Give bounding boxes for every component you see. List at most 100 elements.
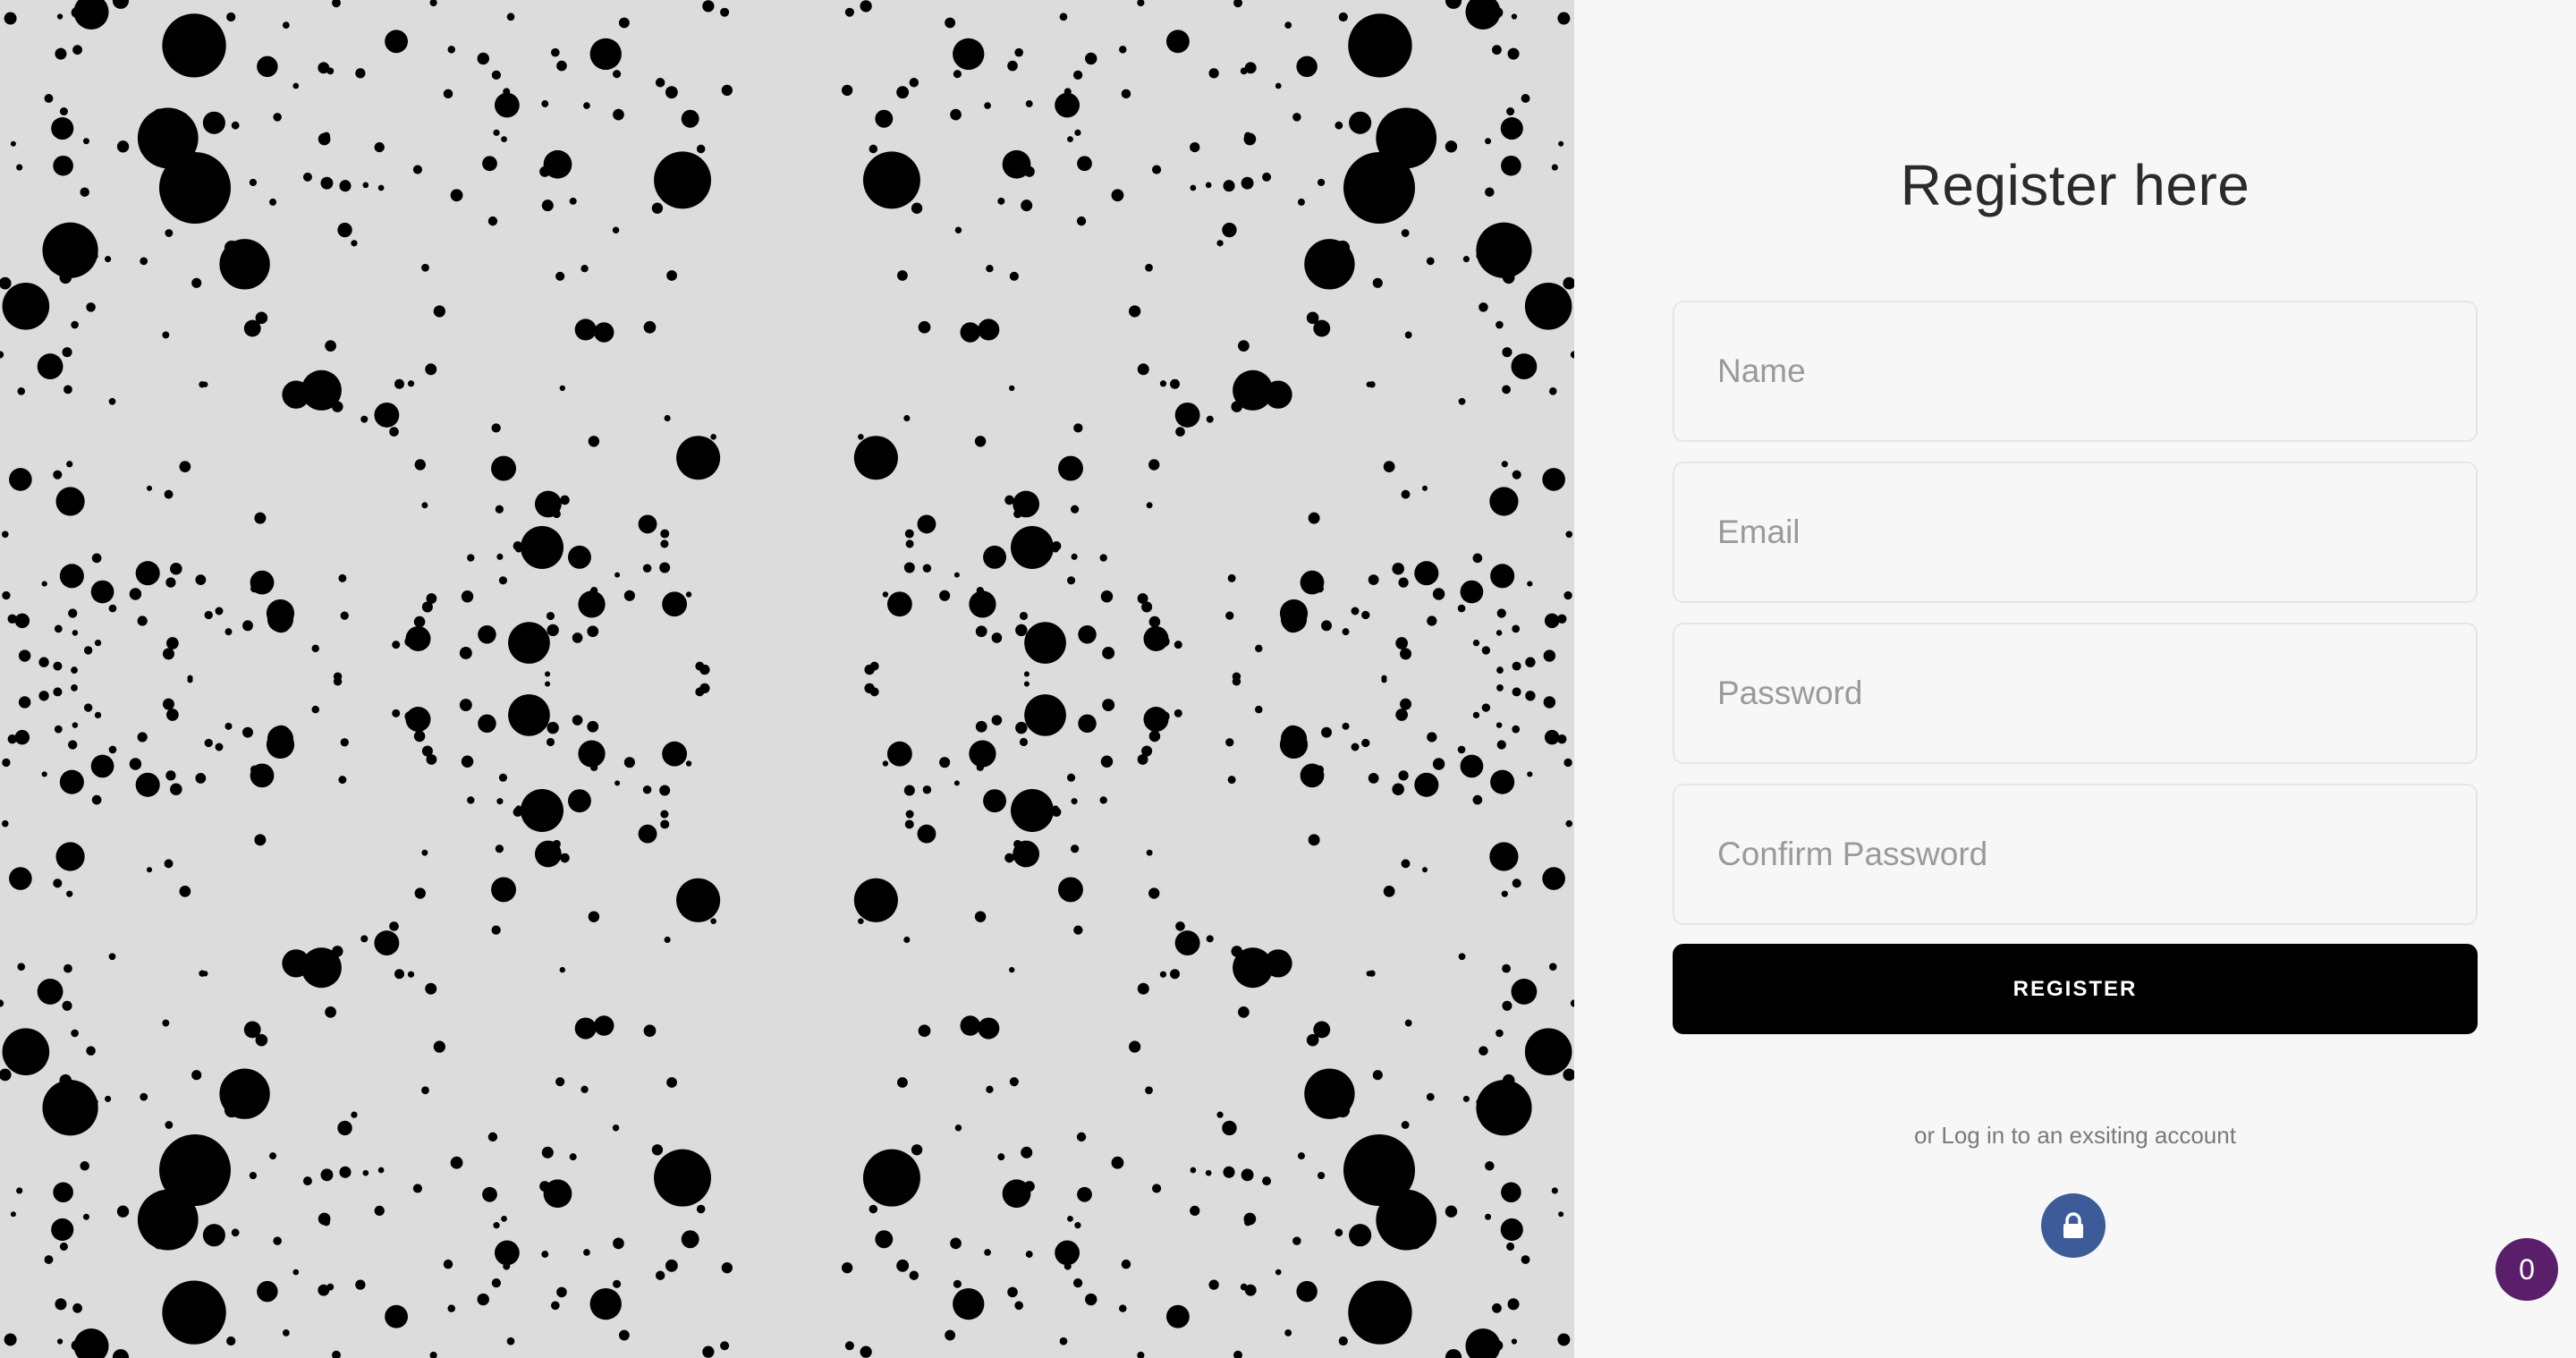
decorative-dot — [613, 1237, 624, 1250]
decorative-dot — [425, 363, 437, 376]
decorative-dot — [1496, 740, 1506, 750]
decorative-dot — [1551, 1187, 1558, 1194]
decorative-dot — [1512, 470, 1521, 480]
decorative-dot — [82, 138, 89, 145]
decorative-dot — [1009, 271, 1019, 281]
decorative-dot — [392, 709, 401, 717]
decorative-dot — [1527, 581, 1533, 587]
decorative-dot — [1076, 216, 1087, 226]
decorative-dot — [1521, 1255, 1530, 1264]
decorative-dot — [1063, 88, 1072, 96]
decorative-dot — [1174, 930, 1200, 956]
decorative-dot — [377, 1167, 385, 1174]
decorative-dot — [257, 1280, 278, 1303]
decorative-dot — [1007, 60, 1018, 72]
decorative-dot — [302, 1176, 312, 1186]
decorative-dot — [53, 878, 63, 888]
decorative-dot — [1458, 953, 1466, 961]
decorative-dot — [1400, 648, 1412, 660]
decorative-dot — [162, 1280, 226, 1345]
decorative-dot — [508, 694, 550, 736]
decorative-dot — [1190, 184, 1197, 191]
decorative-dot — [450, 1156, 463, 1169]
decorative-dot — [1335, 240, 1351, 255]
notification-badge[interactable]: 0 — [2496, 1238, 2558, 1301]
decorative-dot — [493, 129, 500, 136]
decorative-dot — [59, 1242, 68, 1252]
register-button[interactable]: REGISTER — [1673, 944, 2478, 1034]
decorative-dot — [975, 625, 987, 638]
login-link[interactable]: or Log in to an exsiting account — [1673, 1122, 2478, 1150]
decorative-dot — [905, 810, 914, 819]
decorative-dot — [1401, 489, 1411, 499]
decorative-dot — [1275, 82, 1282, 89]
decorative-dot — [1395, 637, 1408, 649]
decorative-dot — [555, 1077, 565, 1087]
decorative-dot — [1458, 397, 1466, 405]
decorative-dot — [1401, 1121, 1410, 1129]
decorative-dot — [1190, 1167, 1197, 1174]
decorative-dot — [249, 1171, 258, 1180]
decorative-dot — [1335, 1103, 1351, 1118]
decorative-dot — [1165, 30, 1190, 54]
decorative-dot — [904, 819, 914, 829]
decorative-dot — [1501, 1182, 1521, 1203]
confirm-password-input[interactable] — [1673, 784, 2478, 925]
login-lock-button[interactable] — [2041, 1193, 2106, 1258]
decorative-dot — [720, 7, 730, 17]
decorative-dot — [461, 755, 474, 768]
decorative-dot — [351, 1111, 358, 1118]
decorative-dot — [242, 620, 253, 632]
decorative-dot — [71, 6, 82, 19]
decorative-dot — [1368, 574, 1379, 585]
decorative-dot — [1544, 729, 1560, 745]
decorative-dot — [1231, 401, 1242, 412]
decorative-dot — [1, 530, 9, 539]
decorative-dot — [80, 187, 89, 197]
decorative-dot — [546, 611, 555, 621]
decorative-dot — [82, 1213, 89, 1220]
decorative-dot — [969, 590, 996, 618]
decorative-dot — [1512, 878, 1521, 888]
password-input[interactable] — [1673, 623, 2478, 764]
decorative-dot — [1297, 1152, 1305, 1160]
decorative-dot — [853, 436, 898, 480]
decorative-dot — [1432, 758, 1445, 770]
decorative-dot — [421, 263, 429, 272]
decorative-dot — [1111, 189, 1124, 202]
decorative-dot — [199, 381, 206, 388]
decorative-dot — [574, 1017, 597, 1040]
decorative-dot — [394, 969, 404, 980]
email-input[interactable] — [1673, 462, 2478, 603]
decorative-dot — [362, 182, 369, 189]
decorative-dot — [1501, 461, 1508, 468]
decorative-dot — [614, 780, 621, 786]
decorative-dot — [556, 1286, 567, 1298]
decorative-dot — [412, 165, 422, 174]
decorative-dot — [612, 226, 620, 233]
decorative-dot — [1507, 1298, 1520, 1311]
decorative-dot — [0, 276, 12, 290]
decorative-dot — [1372, 1070, 1383, 1081]
decorative-dot — [1316, 584, 1325, 593]
decorative-dot — [249, 178, 258, 187]
decorative-dot — [421, 502, 428, 509]
decorative-dot — [1512, 687, 1521, 697]
decorative-dot — [1205, 182, 1212, 189]
decorative-dot — [1232, 672, 1241, 681]
decorative-dot — [614, 572, 621, 578]
decorative-dot — [429, 1351, 437, 1358]
decorative-dot — [62, 1000, 72, 1011]
decorative-dot — [545, 671, 551, 677]
decorative-dot — [1485, 187, 1495, 197]
decorative-dot — [960, 1015, 980, 1036]
decorative-dot — [842, 84, 853, 97]
name-input[interactable] — [1673, 301, 2478, 442]
decorative-dot — [1502, 385, 1511, 395]
decorative-dot — [1496, 320, 1504, 329]
decorative-dot — [1421, 485, 1428, 491]
decorative-dot — [1148, 615, 1161, 628]
decorative-dot — [477, 52, 489, 65]
decorative-dot — [1511, 13, 1518, 20]
decorative-dot — [360, 935, 369, 943]
